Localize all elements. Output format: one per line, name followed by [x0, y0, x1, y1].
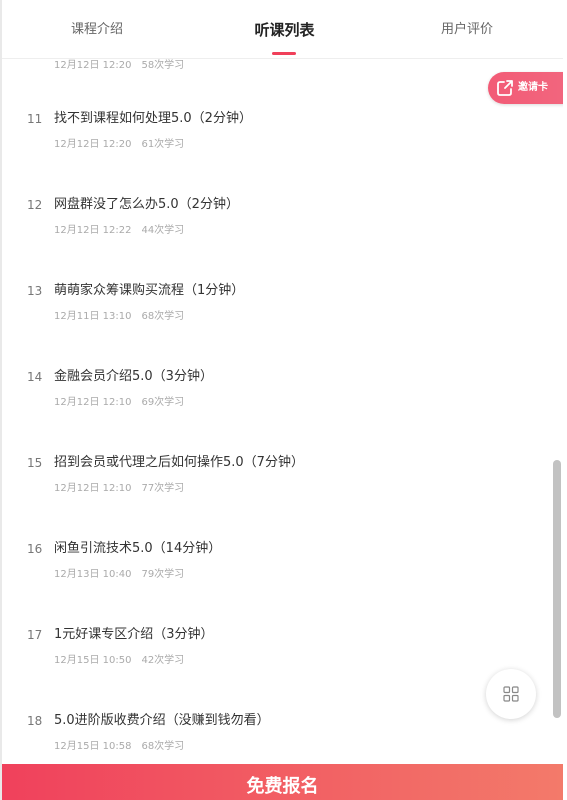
- lesson-title[interactable]: 萌萌家众筹课购买流程（1分钟）: [54, 282, 244, 300]
- lesson-date: 12月12日 12:10: [54, 483, 132, 494]
- lesson-count: 68次学习: [141, 741, 185, 752]
- lesson-title[interactable]: 闲鱼引流技术5.0（14分钟）: [54, 540, 221, 558]
- lesson-number: 11: [27, 112, 43, 126]
- lesson-title[interactable]: 找不到课程如何处理5.0（2分钟）: [54, 110, 252, 128]
- tab-user-reviews[interactable]: 用户评价: [412, 2, 522, 58]
- grid-icon: [503, 686, 519, 702]
- lesson-date: 12月12日 12:20: [54, 139, 132, 150]
- lesson-number: 16: [27, 542, 43, 556]
- list-item[interactable]: 17 1元好课专区介绍（3分钟） 12月15日 10:50 42次学习: [0, 627, 540, 713]
- lesson-count: 69次学习: [141, 397, 185, 408]
- lesson-title[interactable]: 金融会员介绍5.0（3分钟）: [54, 368, 213, 386]
- lesson-meta: 12月12日 12:10 77次学习: [54, 483, 184, 495]
- lesson-meta: 12月12日 12:20 61次学习: [54, 139, 184, 151]
- lesson-count: 61次学习: [141, 139, 185, 150]
- lesson-title[interactable]: 招到会员或代理之后如何操作5.0（7分钟）: [54, 454, 304, 472]
- lesson-count: 42次学习: [141, 655, 185, 666]
- left-edge: [0, 0, 2, 800]
- invite-card-button[interactable]: 邀请卡: [488, 72, 567, 104]
- lesson-number: 12: [27, 198, 43, 212]
- lesson-meta: 12月13日 10:40 79次学习: [54, 569, 184, 581]
- tab-bar: 课程介绍 听课列表 用户评价: [2, 2, 563, 59]
- scrollbar-thumb[interactable]: [553, 460, 561, 718]
- lesson-count: 68次学习: [141, 311, 185, 322]
- lesson-date: 12月12日 12:22: [54, 225, 132, 236]
- right-edge: [563, 0, 567, 800]
- invite-card-label: 邀请卡: [518, 82, 548, 93]
- list-item[interactable]: 16 闲鱼引流技术5.0（14分钟） 12月13日 10:40 79次学习: [0, 541, 540, 627]
- lesson-meta: 12月12日 12:10 69次学习: [54, 397, 184, 409]
- free-enroll-label: 免费报名: [246, 776, 319, 797]
- lesson-meta: 12月11日 13:10 68次学习: [54, 311, 184, 323]
- lesson-date: 12月12日 12:10: [54, 397, 132, 408]
- list-item[interactable]: 15 招到会员或代理之后如何操作5.0（7分钟） 12月12日 12:10 77次…: [0, 455, 540, 541]
- lesson-count: 44次学习: [141, 225, 185, 236]
- menu-grid-button[interactable]: [486, 669, 536, 719]
- lesson-date: 12月11日 13:10: [54, 311, 132, 322]
- list-item[interactable]: 11 找不到课程如何处理5.0（2分钟） 12月12日 12:20 61次学习: [0, 111, 540, 197]
- tab-course-intro[interactable]: 课程介绍: [42, 2, 152, 58]
- tab-lesson-list[interactable]: 听课列表: [227, 2, 342, 58]
- lesson-number: 13: [27, 284, 43, 298]
- lesson-number: 17: [27, 628, 43, 642]
- lesson-meta: 12月15日 10:58 68次学习: [54, 741, 184, 753]
- lesson-title[interactable]: 5.0进阶版收费介绍（没赚到钱勿看）: [54, 712, 270, 730]
- lesson-meta: 12月15日 10:50 42次学习: [54, 655, 184, 667]
- lesson-number: 18: [27, 714, 43, 728]
- lesson-title[interactable]: 1元好课专区介绍（3分钟）: [54, 626, 214, 644]
- lesson-date: 12月15日 10:50: [54, 655, 132, 666]
- free-enroll-button[interactable]: 免费报名: [2, 764, 563, 800]
- lesson-count: 58次学习: [141, 60, 185, 71]
- page: 12月12日 12:20 58次学习 11 找不到课程如何处理5.0（2分钟） 1…: [0, 0, 567, 800]
- lesson-list[interactable]: 12月12日 12:20 58次学习 11 找不到课程如何处理5.0（2分钟） 1…: [0, 0, 560, 800]
- lesson-date: 12月12日 12:20: [54, 60, 132, 71]
- lesson-count: 79次学习: [141, 569, 185, 580]
- lesson-title[interactable]: 网盘群没了怎么办5.0（2分钟）: [54, 196, 239, 214]
- list-item[interactable]: 14 金融会员介绍5.0（3分钟） 12月12日 12:10 69次学习: [0, 369, 540, 455]
- list-item[interactable]: 13 萌萌家众筹课购买流程（1分钟） 12月11日 13:10 68次学习: [0, 283, 540, 369]
- share-icon: [497, 80, 513, 96]
- active-tab-indicator: [272, 52, 296, 55]
- lesson-date: 12月13日 10:40: [54, 569, 132, 580]
- lesson-count: 77次学习: [141, 483, 185, 494]
- lesson-number: 15: [27, 456, 43, 470]
- lesson-meta: 12月12日 12:22 44次学习: [54, 225, 184, 237]
- lesson-number: 14: [27, 370, 43, 384]
- lesson-meta: 12月12日 12:20 58次学习: [54, 60, 184, 72]
- lesson-date: 12月15日 10:58: [54, 741, 132, 752]
- list-item[interactable]: 12 网盘群没了怎么办5.0（2分钟） 12月12日 12:22 44次学习: [0, 197, 540, 283]
